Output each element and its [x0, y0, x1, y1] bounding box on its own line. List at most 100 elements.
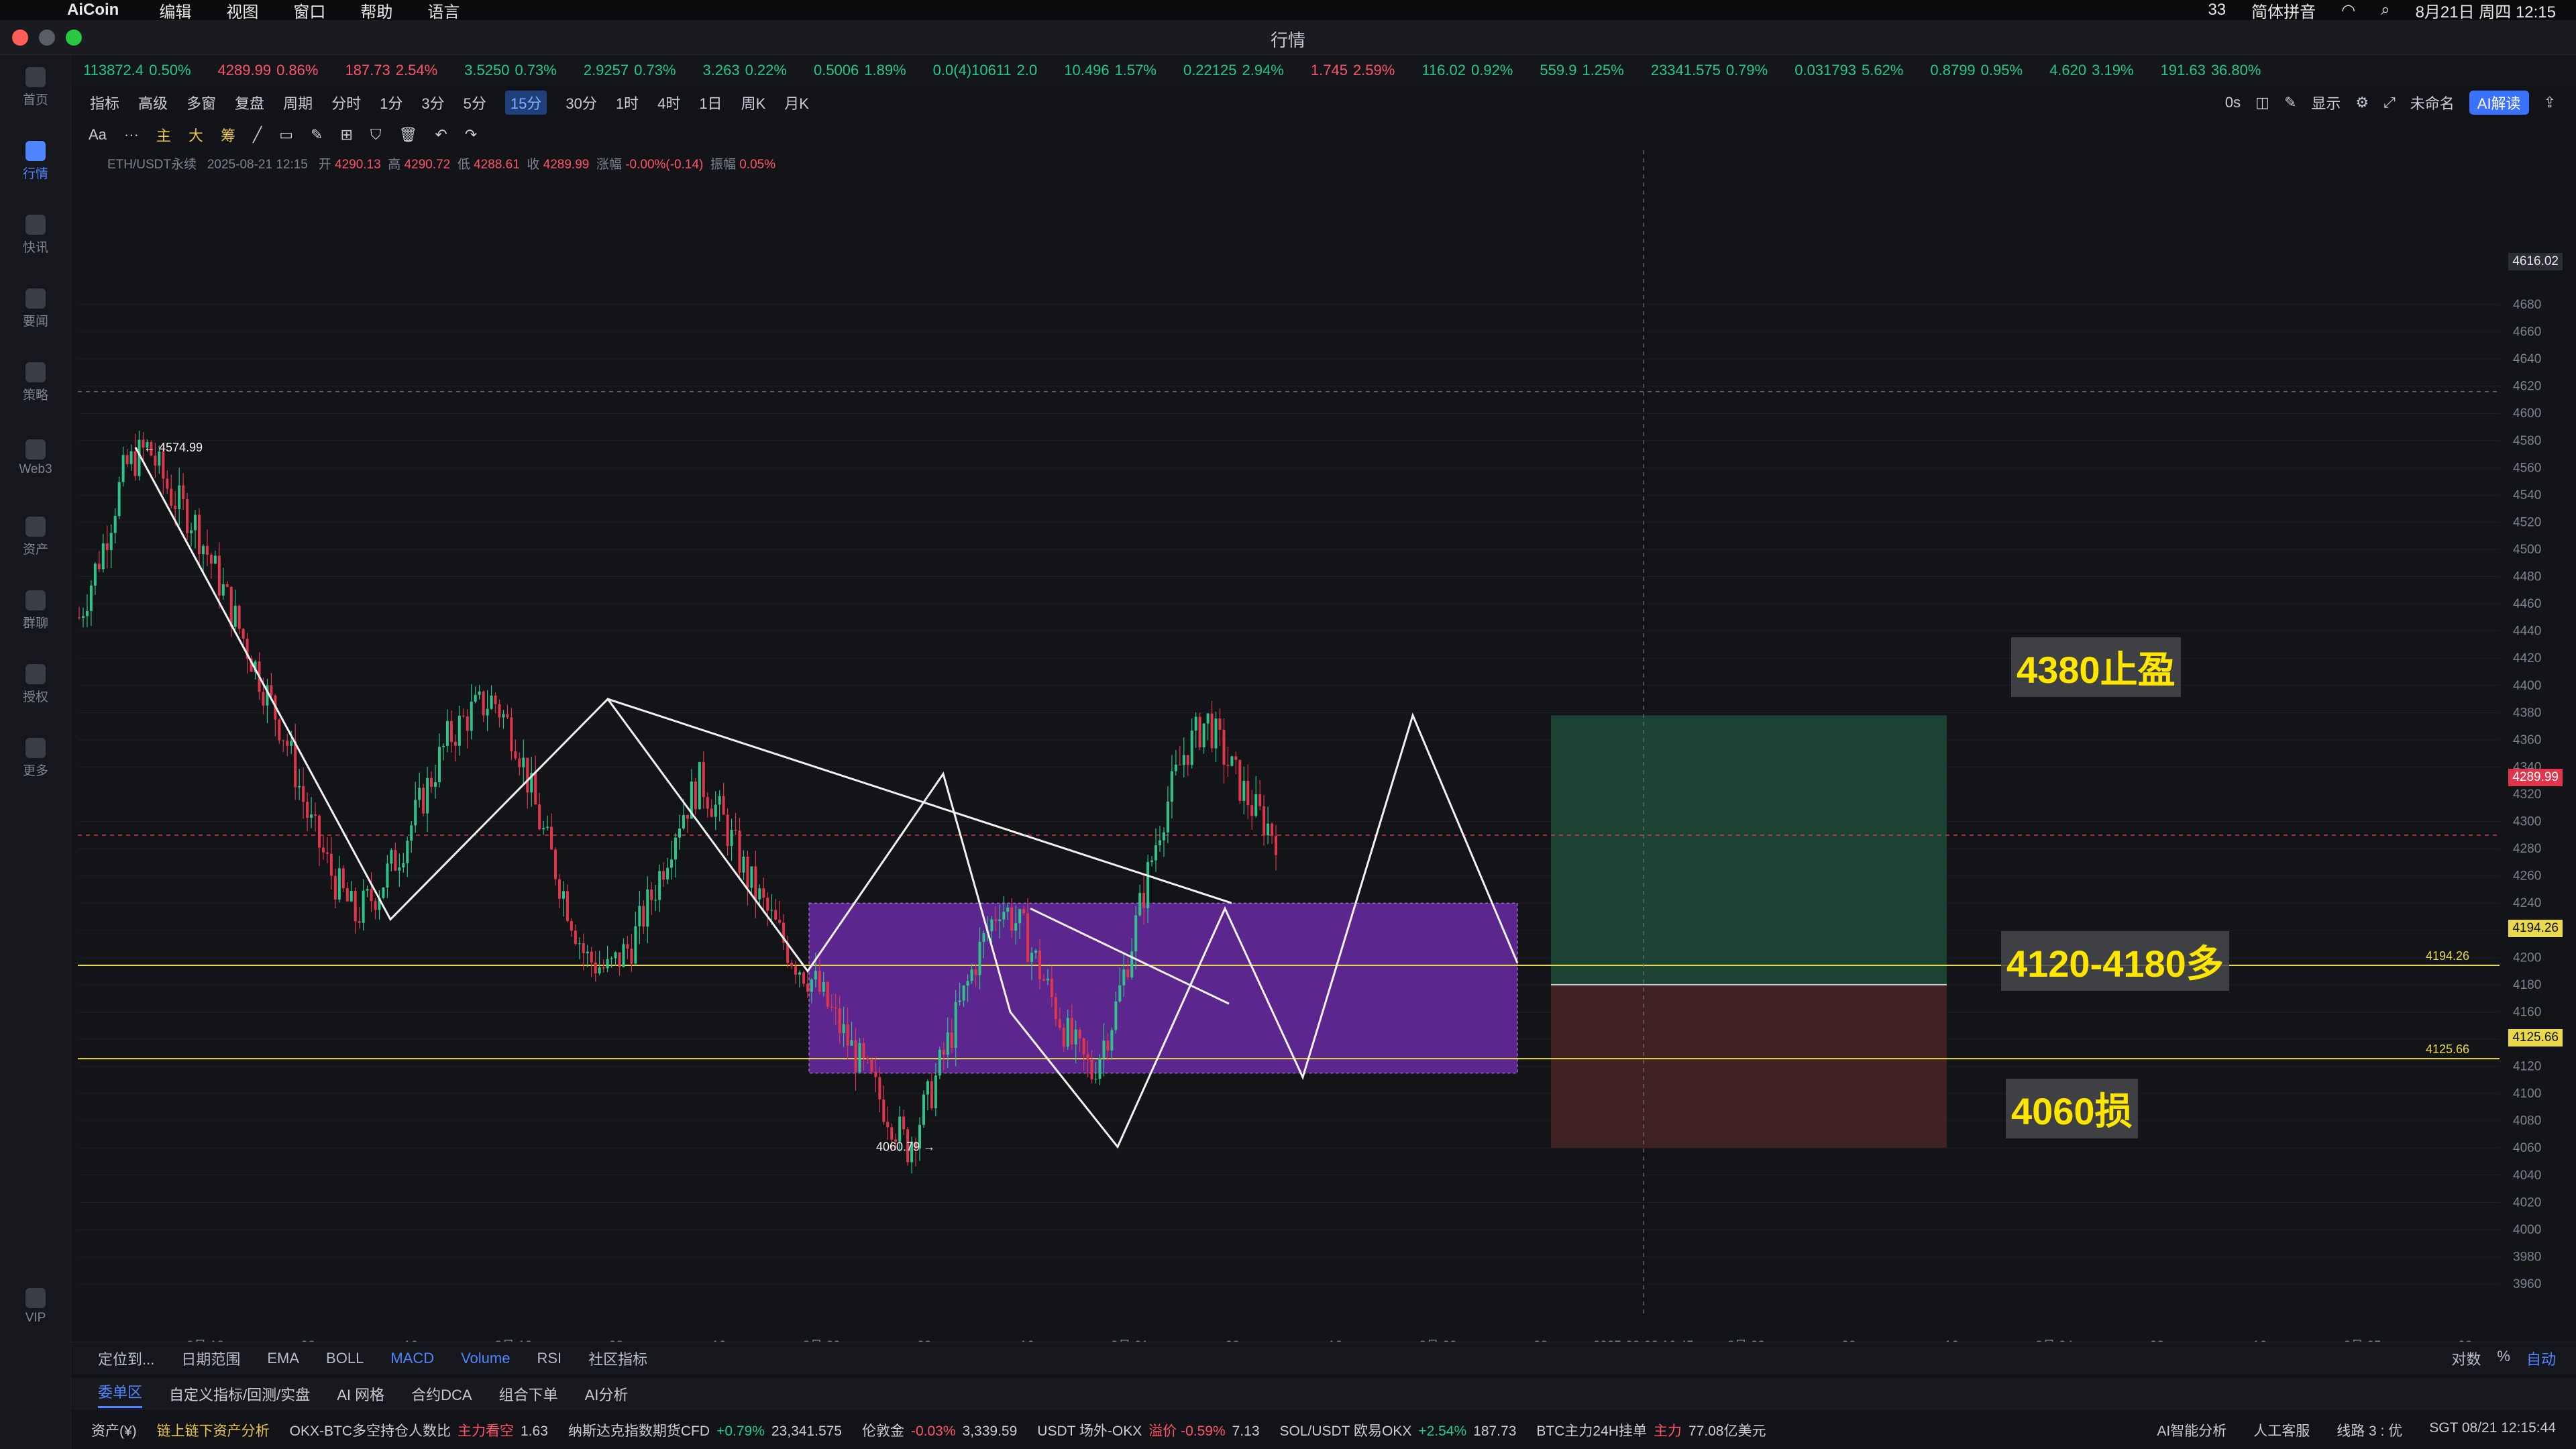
- ticker-item[interactable]: 187.73 2.54%: [345, 62, 437, 79]
- status-item[interactable]: USDT 场外-OKX 溢价 -0.59% 7.13: [1037, 1420, 1259, 1440]
- trend-line-1[interactable]: [607, 698, 1232, 904]
- status-item[interactable]: 伦敦金 -0.03% 3,339.59: [862, 1420, 1017, 1440]
- annotation-stop-loss[interactable]: 4060损: [2006, 1079, 2138, 1138]
- sidebar-item-7[interactable]: 群聊: [0, 590, 71, 631]
- rectangle-icon[interactable]: ▭: [279, 126, 293, 144]
- macd-toggle[interactable]: MACD: [390, 1350, 434, 1367]
- status-item[interactable]: OKX-BTC多空持仓人数比 主力看空 1.63: [290, 1420, 548, 1440]
- toolbar-item-10[interactable]: 30分: [566, 92, 596, 113]
- pencil-icon[interactable]: ✎: [2284, 94, 2296, 111]
- toolbar-item-11[interactable]: 1时: [616, 92, 639, 113]
- display-button[interactable]: 显示: [2311, 92, 2341, 113]
- sidebar-item-5[interactable]: Web3: [0, 439, 71, 477]
- status-item[interactable]: 纳斯达克指数期货CFD +0.79% 23,341.575: [568, 1420, 842, 1440]
- sidebar-item-1[interactable]: 行情: [0, 141, 71, 182]
- toolbar-item-13[interactable]: 1日: [699, 92, 722, 113]
- ai-interpret-button[interactable]: AI解读: [2469, 91, 2529, 115]
- tab-combo-order[interactable]: 组合下单: [499, 1383, 558, 1405]
- ticker-item[interactable]: 0.0(4)10611 2.0: [933, 62, 1038, 79]
- tab-ai-analysis[interactable]: AI分析: [585, 1383, 629, 1405]
- ticker-item[interactable]: 113872.4 0.50%: [83, 62, 191, 79]
- status-right-item[interactable]: 人工客服: [2253, 1420, 2310, 1440]
- trendline-icon[interactable]: ╱: [253, 126, 262, 144]
- toolbar-item-4[interactable]: 周期: [283, 92, 313, 113]
- menu-help[interactable]: 帮助: [360, 0, 392, 22]
- ticker-item[interactable]: 1.745 2.59%: [1311, 62, 1395, 79]
- log-scale-toggle[interactable]: 对数: [2451, 1348, 2481, 1369]
- ticker-item[interactable]: 2.9257 0.73%: [584, 62, 676, 79]
- volume-toggle[interactable]: Volume: [461, 1350, 510, 1367]
- toolbar-item-7[interactable]: 3分: [421, 92, 444, 113]
- toolbar-item-9[interactable]: 15分: [504, 91, 547, 115]
- menu-view[interactable]: 视图: [226, 0, 258, 22]
- toolbar-item-3[interactable]: 复盘: [235, 92, 264, 113]
- ticker-item[interactable]: 191.63 36.80%: [2161, 62, 2261, 79]
- undo-icon[interactable]: ↶: [435, 126, 447, 144]
- big-order-tool[interactable]: 大: [189, 124, 203, 146]
- toolbar-item-1[interactable]: 高级: [138, 92, 168, 113]
- boll-toggle[interactable]: BOLL: [326, 1350, 364, 1367]
- toolbar-item-2[interactable]: 多窗: [186, 92, 216, 113]
- menu-window[interactable]: 窗口: [293, 0, 325, 22]
- status-right-item[interactable]: SGT 08/21 12:15:44: [2429, 1420, 2556, 1440]
- sidebar-item-3[interactable]: 要闻: [0, 288, 71, 329]
- brush-icon[interactable]: ✎: [311, 126, 323, 144]
- clock[interactable]: 8月21日 周四 12:15: [2416, 0, 2556, 22]
- ticker-item[interactable]: 10.496 1.57%: [1064, 62, 1157, 79]
- camera-icon[interactable]: ◫: [2255, 94, 2269, 111]
- sidebar-item-8[interactable]: 授权: [0, 664, 71, 705]
- status-item[interactable]: BTC主力24H挂单 主力 77.08亿美元: [1536, 1420, 1766, 1440]
- sidebar-item-0[interactable]: 首页: [0, 67, 71, 108]
- tab-ai-grid[interactable]: AI 网格: [337, 1383, 384, 1405]
- price-chart-svg[interactable]: 3960398040004020404040604080410041204140…: [71, 150, 2576, 1353]
- asset-label[interactable]: 资产(¥): [91, 1420, 137, 1440]
- ticker-item[interactable]: 23341.575 0.79%: [1651, 62, 1768, 79]
- status-right-item[interactable]: AI智能分析: [2157, 1420, 2226, 1440]
- ticker-item[interactable]: 4.620 3.19%: [2049, 62, 2133, 79]
- ticker-item[interactable]: 0.5006 1.89%: [814, 62, 906, 79]
- sidebar-item-6[interactable]: 资产: [0, 517, 71, 557]
- trash-icon[interactable]: 🗑: [398, 126, 417, 144]
- more-tool[interactable]: ···: [124, 126, 139, 144]
- community-indicator-button[interactable]: 社区指标: [588, 1348, 647, 1369]
- status-right-item[interactable]: 线路 3 : 优: [2337, 1420, 2402, 1440]
- annotation-entry[interactable]: 4120-4180多: [2001, 931, 2229, 991]
- sidebar-item-9[interactable]: 更多: [0, 738, 71, 779]
- toolbar-item-15[interactable]: 月K: [784, 92, 809, 113]
- input-method[interactable]: 简体拼音: [2251, 0, 2316, 22]
- measure-icon[interactable]: ⊞: [340, 126, 352, 144]
- tab-contract-dca[interactable]: 合约DCA: [411, 1383, 472, 1405]
- menu-app[interactable]: AiCoin: [67, 1, 119, 19]
- toolbar-item-0[interactable]: 指标: [90, 92, 119, 113]
- toolbar-item-8[interactable]: 5分: [464, 92, 486, 113]
- locate-button[interactable]: 定位到...: [98, 1348, 154, 1369]
- ticker-item[interactable]: 0.8799 0.95%: [1930, 62, 2023, 79]
- ticker-item[interactable]: 3.5250 0.73%: [464, 62, 557, 79]
- rsi-toggle[interactable]: RSI: [537, 1350, 561, 1367]
- percent-toggle[interactable]: %: [2497, 1348, 2510, 1369]
- share-icon[interactable]: ⇪: [2544, 94, 2556, 111]
- layout-name[interactable]: 未命名: [2410, 92, 2455, 113]
- ticker-item[interactable]: 0.031793 5.62%: [1794, 62, 1903, 79]
- fullscreen-icon[interactable]: ⤢: [2383, 94, 2396, 111]
- ticker-item[interactable]: 3.263 0.22%: [703, 62, 787, 79]
- wechat-count[interactable]: 33: [2208, 1, 2226, 19]
- ticker-item[interactable]: 116.02 0.92%: [1421, 62, 1513, 79]
- ticker-item[interactable]: 0.22125 2.94%: [1183, 62, 1284, 79]
- chip-tool[interactable]: 筹: [221, 124, 235, 146]
- filter-icon[interactable]: ⛉: [370, 126, 382, 144]
- sidebar-item-4[interactable]: 策略: [0, 362, 71, 403]
- zone-take-profit[interactable]: [1551, 715, 1947, 985]
- wifi-icon[interactable]: ◠: [2341, 1, 2355, 20]
- ticker-item[interactable]: 559.9 1.25%: [1540, 62, 1623, 79]
- status-item[interactable]: SOL/USDT 欧易OKX +2.54% 187.73: [1280, 1420, 1517, 1440]
- tab-custom-indicator[interactable]: 自定义指标/回测/实盘: [169, 1383, 310, 1405]
- tab-orders[interactable]: 委单区: [98, 1381, 143, 1408]
- settings-icon[interactable]: ⚙: [2355, 94, 2369, 111]
- zone-stop-loss[interactable]: [1551, 984, 1947, 1148]
- sidebar-item-2[interactable]: 快讯: [0, 215, 71, 256]
- annotation-take-profit[interactable]: 4380止盈: [2011, 637, 2181, 697]
- redo-icon[interactable]: ↷: [465, 126, 477, 144]
- date-range-button[interactable]: 日期范围: [181, 1348, 240, 1369]
- toolbar-item-6[interactable]: 1分: [380, 92, 402, 113]
